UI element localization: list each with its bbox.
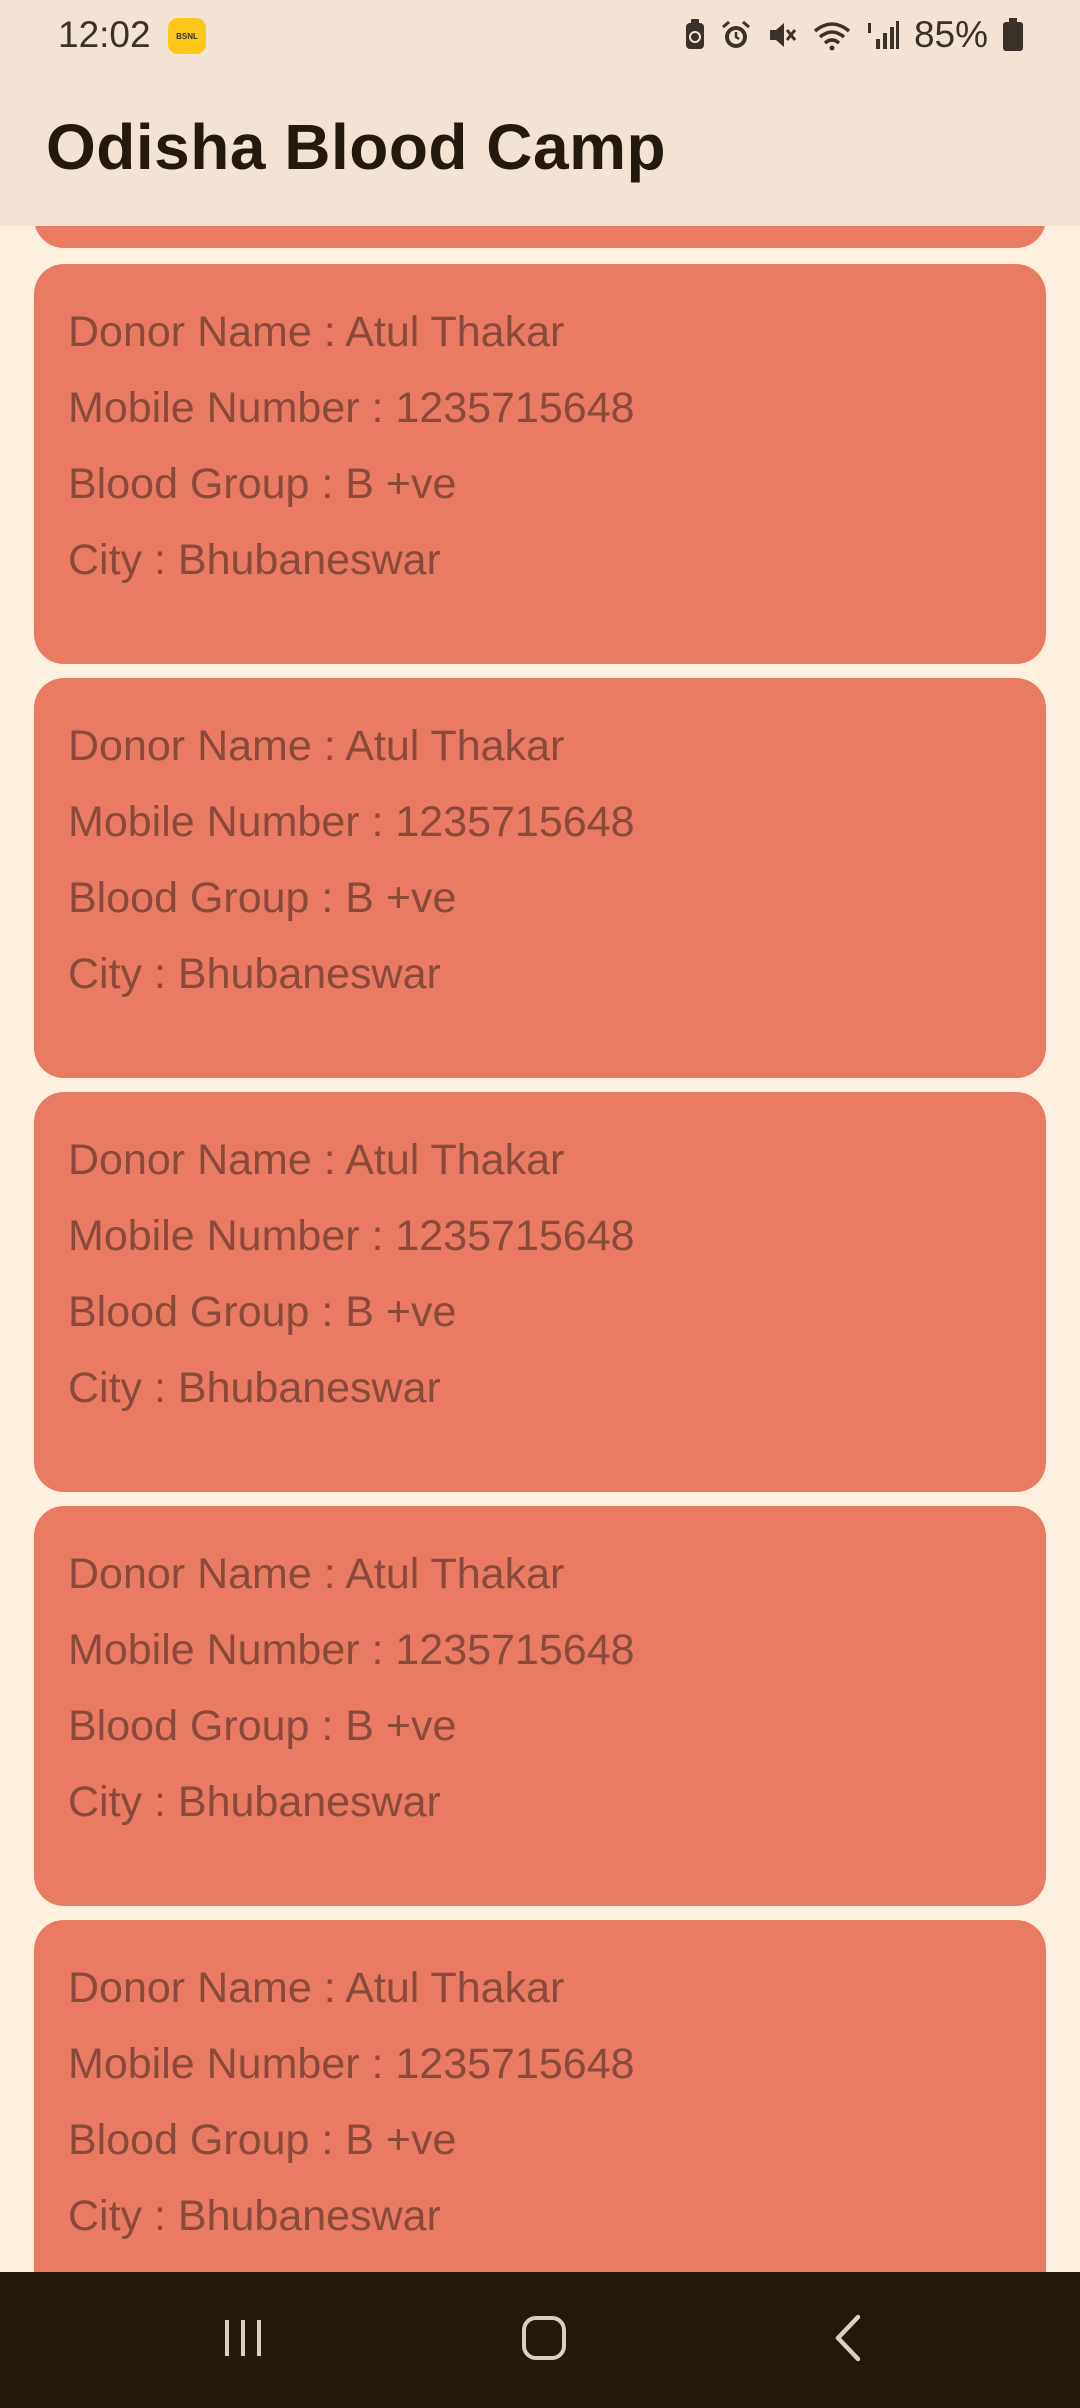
donor-card[interactable]: Donor Name : Atul Thakar Mobile Number :…: [34, 264, 1046, 664]
donor-card[interactable]: Donor Name : Atul Thakar Mobile Number :…: [34, 678, 1046, 1078]
back-icon: [830, 2313, 866, 2368]
status-time: 12:02: [58, 14, 151, 55]
battery-level: 85%: [913, 14, 988, 55]
donor-blood-group: Blood Group : B +ve: [68, 1288, 457, 1336]
donor-blood-group: Blood Group : B +ve: [68, 874, 457, 922]
back-button[interactable]: [768, 2272, 928, 2408]
donor-city: City : Bhubaneswar: [68, 536, 441, 584]
donor-city: City : Bhubaneswar: [68, 1364, 441, 1412]
recent-apps-button[interactable]: [163, 2272, 323, 2408]
recent-apps-icon: [221, 2316, 265, 2365]
donor-mobile: Mobile Number : 1235715648: [68, 1212, 635, 1260]
status-icons: 85%: [684, 12, 1024, 58]
app-header: 12:02 BSNL 85% Odisha Blood Camp: [0, 0, 1080, 226]
donor-name: Donor Name : Atul Thakar: [68, 1964, 565, 2012]
battery-icon: [1002, 18, 1024, 52]
donor-mobile: Mobile Number : 1235715648: [68, 1626, 635, 1674]
home-icon: [520, 2314, 568, 2367]
donor-name: Donor Name : Atul Thakar: [68, 722, 565, 770]
signal-icon: [866, 19, 900, 51]
donor-blood-group: Blood Group : B +ve: [68, 2116, 457, 2164]
donor-mobile: Mobile Number : 1235715648: [68, 384, 635, 432]
donor-card-partial[interactable]: [34, 226, 1046, 248]
wifi-icon: [812, 19, 852, 51]
donor-city: City : Bhubaneswar: [68, 2192, 441, 2240]
donor-mobile: Mobile Number : 1235715648: [68, 798, 635, 846]
donor-city: City : Bhubaneswar: [68, 950, 441, 998]
donor-card[interactable]: Donor Name : Atul Thakar Mobile Number :…: [34, 1920, 1046, 2272]
carrier-badge: BSNL: [168, 18, 206, 54]
donor-city: City : Bhubaneswar: [68, 1778, 441, 1826]
donor-card[interactable]: Donor Name : Atul Thakar Mobile Number :…: [34, 1092, 1046, 1492]
donor-blood-group: Blood Group : B +ve: [68, 460, 457, 508]
donor-list[interactable]: Donor Name : Atul Thakar Mobile Number :…: [0, 226, 1080, 2272]
donor-name: Donor Name : Atul Thakar: [68, 308, 565, 356]
alarm-icon: [720, 19, 752, 51]
donor-name: Donor Name : Atul Thakar: [68, 1136, 565, 1184]
navigation-bar: [0, 2272, 1080, 2408]
page-title: Odisha Blood Camp: [46, 111, 667, 183]
status-bar: 12:02 BSNL 85%: [0, 0, 1080, 70]
donor-blood-group: Blood Group : B +ve: [68, 1702, 457, 1750]
donor-mobile: Mobile Number : 1235715648: [68, 2040, 635, 2088]
home-button[interactable]: [464, 2272, 624, 2408]
mute-icon: [766, 19, 798, 51]
battery-saver-icon: [684, 19, 706, 51]
donor-card[interactable]: Donor Name : Atul Thakar Mobile Number :…: [34, 1506, 1046, 1906]
donor-name: Donor Name : Atul Thakar: [68, 1550, 565, 1598]
